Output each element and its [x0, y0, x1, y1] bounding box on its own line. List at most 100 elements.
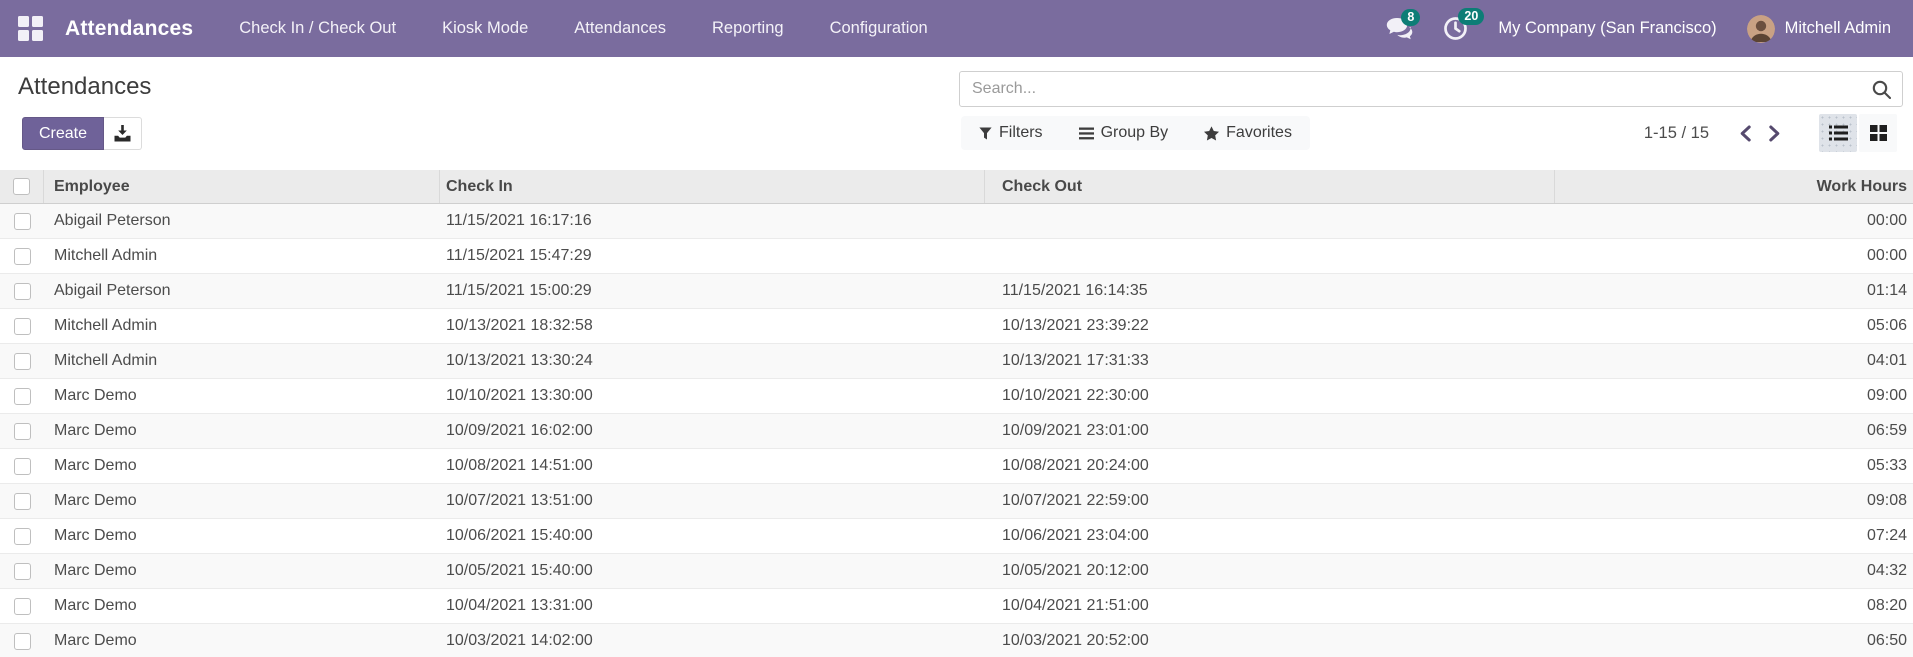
select-all-checkbox[interactable] [13, 178, 30, 195]
cell-check-in[interactable]: 11/15/2021 16:17:16 [440, 212, 985, 230]
cell-employee[interactable]: Marc Demo [44, 387, 440, 405]
row-checkbox[interactable] [13, 282, 31, 300]
apps-grid-icon[interactable] [18, 16, 43, 41]
cell-employee[interactable]: Marc Demo [44, 562, 440, 580]
pager-previous-button[interactable] [1731, 119, 1760, 148]
cell-check-in[interactable]: 10/10/2021 13:30:00 [440, 387, 985, 405]
cell-work-hours[interactable]: 06:59 [1555, 422, 1913, 440]
table-row[interactable]: Marc Demo 10/10/2021 13:30:00 10/10/2021… [0, 379, 1913, 414]
cell-employee[interactable]: Mitchell Admin [44, 247, 440, 265]
table-row[interactable]: Marc Demo 10/09/2021 16:02:00 10/09/2021… [0, 414, 1913, 449]
cell-employee[interactable]: Abigail Peterson [44, 212, 440, 230]
row-checkbox[interactable] [13, 597, 31, 615]
cell-check-in[interactable]: 10/04/2021 13:31:00 [440, 597, 985, 615]
table-row[interactable]: Abigail Peterson 11/15/2021 16:17:16 00:… [0, 204, 1913, 239]
cell-employee[interactable]: Marc Demo [44, 422, 440, 440]
user-avatar[interactable] [1746, 14, 1775, 43]
cell-check-out[interactable]: 10/13/2021 17:31:33 [985, 352, 1555, 370]
row-checkbox[interactable] [13, 212, 31, 230]
cell-work-hours[interactable]: 04:32 [1555, 562, 1913, 580]
create-button[interactable]: Create [22, 117, 105, 150]
menu-reporting[interactable]: Reporting [712, 19, 784, 38]
cell-check-in[interactable]: 10/07/2021 13:51:00 [440, 492, 985, 510]
table-row[interactable]: Marc Demo 10/08/2021 14:51:00 10/08/2021… [0, 449, 1913, 484]
cell-check-in[interactable]: 10/08/2021 14:51:00 [440, 457, 985, 475]
menu-configuration[interactable]: Configuration [830, 19, 928, 38]
column-header-check-out[interactable]: Check Out [985, 170, 1555, 203]
column-header-employee[interactable]: Employee [44, 170, 440, 203]
search-input[interactable] [960, 80, 1860, 98]
cell-work-hours[interactable]: 08:20 [1555, 597, 1913, 615]
row-checkbox[interactable] [13, 632, 31, 650]
row-checkbox[interactable] [13, 492, 31, 510]
row-checkbox[interactable] [13, 457, 31, 475]
kanban-view-button[interactable] [1859, 114, 1897, 152]
cell-check-in[interactable]: 10/03/2021 14:02:00 [440, 632, 985, 650]
table-row[interactable]: Marc Demo 10/07/2021 13:51:00 10/07/2021… [0, 484, 1913, 519]
list-view-button[interactable] [1819, 114, 1857, 152]
table-row[interactable]: Mitchell Admin 10/13/2021 18:32:58 10/13… [0, 309, 1913, 344]
filters-button[interactable]: Filters [979, 124, 1043, 142]
cell-employee[interactable]: Marc Demo [44, 492, 440, 510]
menu-kiosk-mode[interactable]: Kiosk Mode [442, 19, 528, 38]
cell-check-out[interactable]: 10/07/2021 22:59:00 [985, 492, 1555, 510]
user-menu-button[interactable]: Mitchell Admin [1785, 19, 1891, 38]
group-by-button[interactable]: Group By [1078, 124, 1168, 142]
cell-check-out[interactable]: 10/06/2021 23:04:00 [985, 527, 1555, 545]
cell-work-hours[interactable]: 05:06 [1555, 317, 1913, 335]
row-checkbox[interactable] [13, 387, 31, 405]
app-name[interactable]: Attendances [65, 17, 193, 41]
row-checkbox[interactable] [13, 352, 31, 370]
table-row[interactable]: Mitchell Admin 11/15/2021 15:47:29 00:00 [0, 239, 1913, 274]
favorites-button[interactable]: Favorites [1204, 124, 1292, 142]
pager-next-button[interactable] [1760, 119, 1789, 148]
messages-menu-button[interactable]: 8 [1386, 9, 1421, 40]
row-checkbox[interactable] [13, 422, 31, 440]
cell-check-out[interactable]: 10/08/2021 20:24:00 [985, 457, 1555, 475]
row-checkbox[interactable] [13, 247, 31, 265]
cell-check-out[interactable]: 10/05/2021 20:12:00 [985, 562, 1555, 580]
cell-check-out[interactable]: 10/09/2021 23:01:00 [985, 422, 1555, 440]
cell-work-hours[interactable]: 05:33 [1555, 457, 1913, 475]
cell-employee[interactable]: Marc Demo [44, 632, 440, 650]
cell-work-hours[interactable]: 09:08 [1555, 492, 1913, 510]
table-row[interactable]: Marc Demo 10/06/2021 15:40:00 10/06/2021… [0, 519, 1913, 554]
cell-work-hours[interactable]: 00:00 [1555, 247, 1913, 265]
cell-check-out[interactable]: 10/13/2021 23:39:22 [985, 317, 1555, 335]
cell-work-hours[interactable]: 06:50 [1555, 632, 1913, 650]
cell-check-in[interactable]: 10/13/2021 18:32:58 [440, 317, 985, 335]
cell-employee[interactable]: Mitchell Admin [44, 352, 440, 370]
menu-check-in-check-out[interactable]: Check In / Check Out [239, 19, 396, 38]
cell-check-in[interactable]: 11/15/2021 15:00:29 [440, 282, 985, 300]
table-row[interactable]: Marc Demo 10/04/2021 13:31:00 10/04/2021… [0, 589, 1913, 624]
search-submit-button[interactable] [1860, 72, 1902, 106]
cell-employee[interactable]: Mitchell Admin [44, 317, 440, 335]
cell-employee[interactable]: Marc Demo [44, 457, 440, 475]
company-switcher[interactable]: My Company (San Francisco) [1498, 19, 1716, 38]
column-header-work-hours[interactable]: Work Hours [1555, 170, 1913, 203]
table-row[interactable]: Marc Demo 10/03/2021 14:02:00 10/03/2021… [0, 624, 1913, 657]
cell-work-hours[interactable]: 07:24 [1555, 527, 1913, 545]
row-checkbox[interactable] [13, 527, 31, 545]
cell-check-in[interactable]: 11/15/2021 15:47:29 [440, 247, 985, 265]
cell-check-out[interactable]: 10/10/2021 22:30:00 [985, 387, 1555, 405]
table-row[interactable]: Marc Demo 10/05/2021 15:40:00 10/05/2021… [0, 554, 1913, 589]
cell-work-hours[interactable]: 09:00 [1555, 387, 1913, 405]
cell-work-hours[interactable]: 00:00 [1555, 212, 1913, 230]
cell-employee[interactable]: Marc Demo [44, 597, 440, 615]
cell-check-out[interactable]: 11/15/2021 16:14:35 [985, 282, 1555, 300]
cell-work-hours[interactable]: 04:01 [1555, 352, 1913, 370]
row-checkbox[interactable] [13, 317, 31, 335]
cell-employee[interactable]: Marc Demo [44, 527, 440, 545]
cell-check-out[interactable]: 10/04/2021 21:51:00 [985, 597, 1555, 615]
column-header-check-in[interactable]: Check In [440, 170, 985, 203]
cell-check-in[interactable]: 10/13/2021 13:30:24 [440, 352, 985, 370]
cell-work-hours[interactable]: 01:14 [1555, 282, 1913, 300]
export-button[interactable] [104, 117, 143, 150]
cell-check-in[interactable]: 10/06/2021 15:40:00 [440, 527, 985, 545]
cell-employee[interactable]: Abigail Peterson [44, 282, 440, 300]
cell-check-in[interactable]: 10/05/2021 15:40:00 [440, 562, 985, 580]
cell-check-in[interactable]: 10/09/2021 16:02:00 [440, 422, 985, 440]
row-checkbox[interactable] [13, 562, 31, 580]
table-row[interactable]: Abigail Peterson 11/15/2021 15:00:29 11/… [0, 274, 1913, 309]
